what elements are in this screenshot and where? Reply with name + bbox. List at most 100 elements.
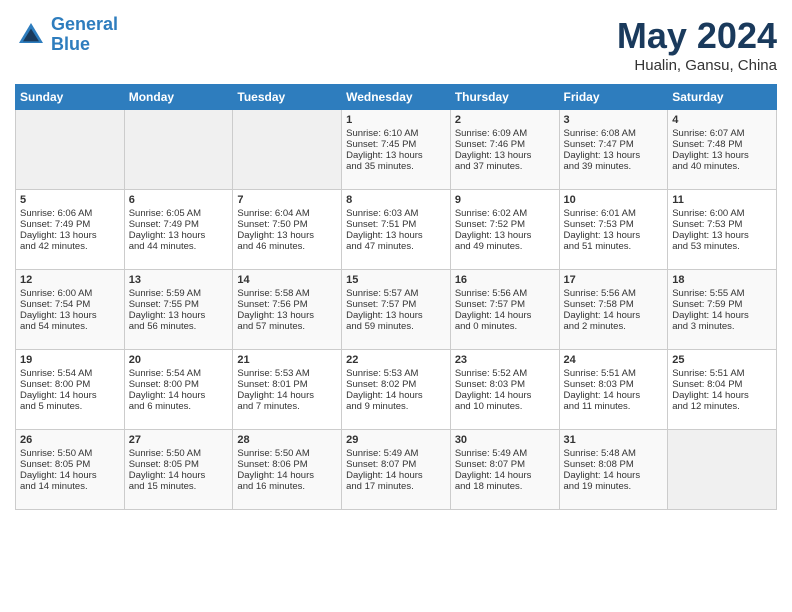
cell-info: and 18 minutes. [455,481,555,492]
cell-info: Sunset: 7:57 PM [455,299,555,310]
calendar-cell: 19Sunrise: 5:54 AMSunset: 8:00 PMDayligh… [16,350,125,430]
calendar-cell: 17Sunrise: 5:56 AMSunset: 7:58 PMDayligh… [559,270,668,350]
cell-info: Daylight: 13 hours [455,150,555,161]
cell-info: Daylight: 14 hours [129,390,229,401]
cell-info: Daylight: 14 hours [564,310,664,321]
cell-info: Sunset: 7:59 PM [672,299,772,310]
day-number: 23 [455,354,555,366]
cell-info: Sunset: 8:03 PM [455,379,555,390]
cell-info: Daylight: 13 hours [346,150,446,161]
cell-info: Sunrise: 5:54 AM [129,368,229,379]
calendar-cell: 13Sunrise: 5:59 AMSunset: 7:55 PMDayligh… [124,270,233,350]
calendar-cell: 10Sunrise: 6:01 AMSunset: 7:53 PMDayligh… [559,190,668,270]
cell-info: Sunrise: 6:09 AM [455,128,555,139]
day-number: 6 [129,194,229,206]
cell-info: Sunrise: 6:00 AM [672,208,772,219]
calendar-cell: 4Sunrise: 6:07 AMSunset: 7:48 PMDaylight… [668,110,777,190]
cell-info: and 49 minutes. [455,241,555,252]
header-tuesday: Tuesday [233,85,342,110]
day-number: 11 [672,194,772,206]
day-number: 2 [455,114,555,126]
cell-info: and 14 minutes. [20,481,120,492]
header-wednesday: Wednesday [342,85,451,110]
cell-info: and 37 minutes. [455,161,555,172]
cell-info: Sunset: 7:49 PM [129,219,229,230]
day-number: 22 [346,354,446,366]
cell-info: Daylight: 13 hours [237,230,337,241]
day-number: 7 [237,194,337,206]
cell-info: and 19 minutes. [564,481,664,492]
cell-info: Sunrise: 5:56 AM [564,288,664,299]
cell-info: Daylight: 13 hours [672,150,772,161]
calendar-cell: 18Sunrise: 5:55 AMSunset: 7:59 PMDayligh… [668,270,777,350]
calendar-cell: 25Sunrise: 5:51 AMSunset: 8:04 PMDayligh… [668,350,777,430]
cell-info: Daylight: 14 hours [672,310,772,321]
cell-info: Sunset: 7:49 PM [20,219,120,230]
cell-info: and 44 minutes. [129,241,229,252]
cell-info: Daylight: 13 hours [346,310,446,321]
cell-info: Daylight: 13 hours [346,230,446,241]
cell-info: Daylight: 13 hours [564,150,664,161]
cell-info: Sunset: 8:07 PM [346,459,446,470]
day-number: 25 [672,354,772,366]
cell-info: and 10 minutes. [455,401,555,412]
cell-info: Sunset: 7:53 PM [672,219,772,230]
cell-info: Sunset: 7:48 PM [672,139,772,150]
cell-info: Sunset: 8:03 PM [564,379,664,390]
cell-info: Sunset: 7:58 PM [564,299,664,310]
cell-info: Daylight: 14 hours [20,470,120,481]
cell-info: Sunrise: 5:59 AM [129,288,229,299]
cell-info: and 56 minutes. [129,321,229,332]
cell-info: Daylight: 14 hours [237,390,337,401]
title-area: May 2024 Hualin, Gansu, China [617,15,777,74]
cell-info: Sunrise: 5:56 AM [455,288,555,299]
calendar-week-1: 1Sunrise: 6:10 AMSunset: 7:45 PMDaylight… [16,110,777,190]
calendar-cell: 14Sunrise: 5:58 AMSunset: 7:56 PMDayligh… [233,270,342,350]
cell-info: Sunrise: 6:06 AM [20,208,120,219]
calendar-week-5: 26Sunrise: 5:50 AMSunset: 8:05 PMDayligh… [16,430,777,510]
cell-info: Sunrise: 6:00 AM [20,288,120,299]
calendar-cell: 15Sunrise: 5:57 AMSunset: 7:57 PMDayligh… [342,270,451,350]
calendar-cell: 28Sunrise: 5:50 AMSunset: 8:06 PMDayligh… [233,430,342,510]
day-number: 10 [564,194,664,206]
cell-info: Sunset: 7:50 PM [237,219,337,230]
cell-info: and 9 minutes. [346,401,446,412]
calendar-cell: 1Sunrise: 6:10 AMSunset: 7:45 PMDaylight… [342,110,451,190]
header-monday: Monday [124,85,233,110]
cell-info: and 2 minutes. [564,321,664,332]
cell-info: Sunrise: 5:50 AM [129,448,229,459]
cell-info: Sunrise: 5:48 AM [564,448,664,459]
cell-info: Sunset: 8:08 PM [564,459,664,470]
cell-info: Daylight: 14 hours [564,470,664,481]
calendar-cell: 7Sunrise: 6:04 AMSunset: 7:50 PMDaylight… [233,190,342,270]
cell-info: Daylight: 13 hours [564,230,664,241]
calendar-cell [668,430,777,510]
header-sunday: Sunday [16,85,125,110]
cell-info: and 17 minutes. [346,481,446,492]
cell-info: Sunrise: 6:08 AM [564,128,664,139]
day-number: 5 [20,194,120,206]
day-number: 30 [455,434,555,446]
cell-info: Daylight: 13 hours [129,230,229,241]
calendar-cell: 21Sunrise: 5:53 AMSunset: 8:01 PMDayligh… [233,350,342,430]
day-number: 9 [455,194,555,206]
cell-info: Daylight: 14 hours [346,470,446,481]
calendar-table: SundayMondayTuesdayWednesdayThursdayFrid… [15,84,777,510]
cell-info: Sunset: 8:01 PM [237,379,337,390]
day-number: 27 [129,434,229,446]
cell-info: and 47 minutes. [346,241,446,252]
cell-info: Sunset: 8:00 PM [20,379,120,390]
cell-info: Sunset: 7:45 PM [346,139,446,150]
cell-info: Sunrise: 5:57 AM [346,288,446,299]
cell-info: Daylight: 14 hours [455,390,555,401]
cell-info: and 42 minutes. [20,241,120,252]
cell-info: Sunset: 7:52 PM [455,219,555,230]
calendar-header-row: SundayMondayTuesdayWednesdayThursdayFrid… [16,85,777,110]
cell-info: Sunset: 8:00 PM [129,379,229,390]
cell-info: Sunrise: 5:49 AM [455,448,555,459]
cell-info: and 57 minutes. [237,321,337,332]
logo: General Blue [15,15,118,55]
calendar-cell [124,110,233,190]
cell-info: Daylight: 14 hours [20,390,120,401]
day-number: 26 [20,434,120,446]
